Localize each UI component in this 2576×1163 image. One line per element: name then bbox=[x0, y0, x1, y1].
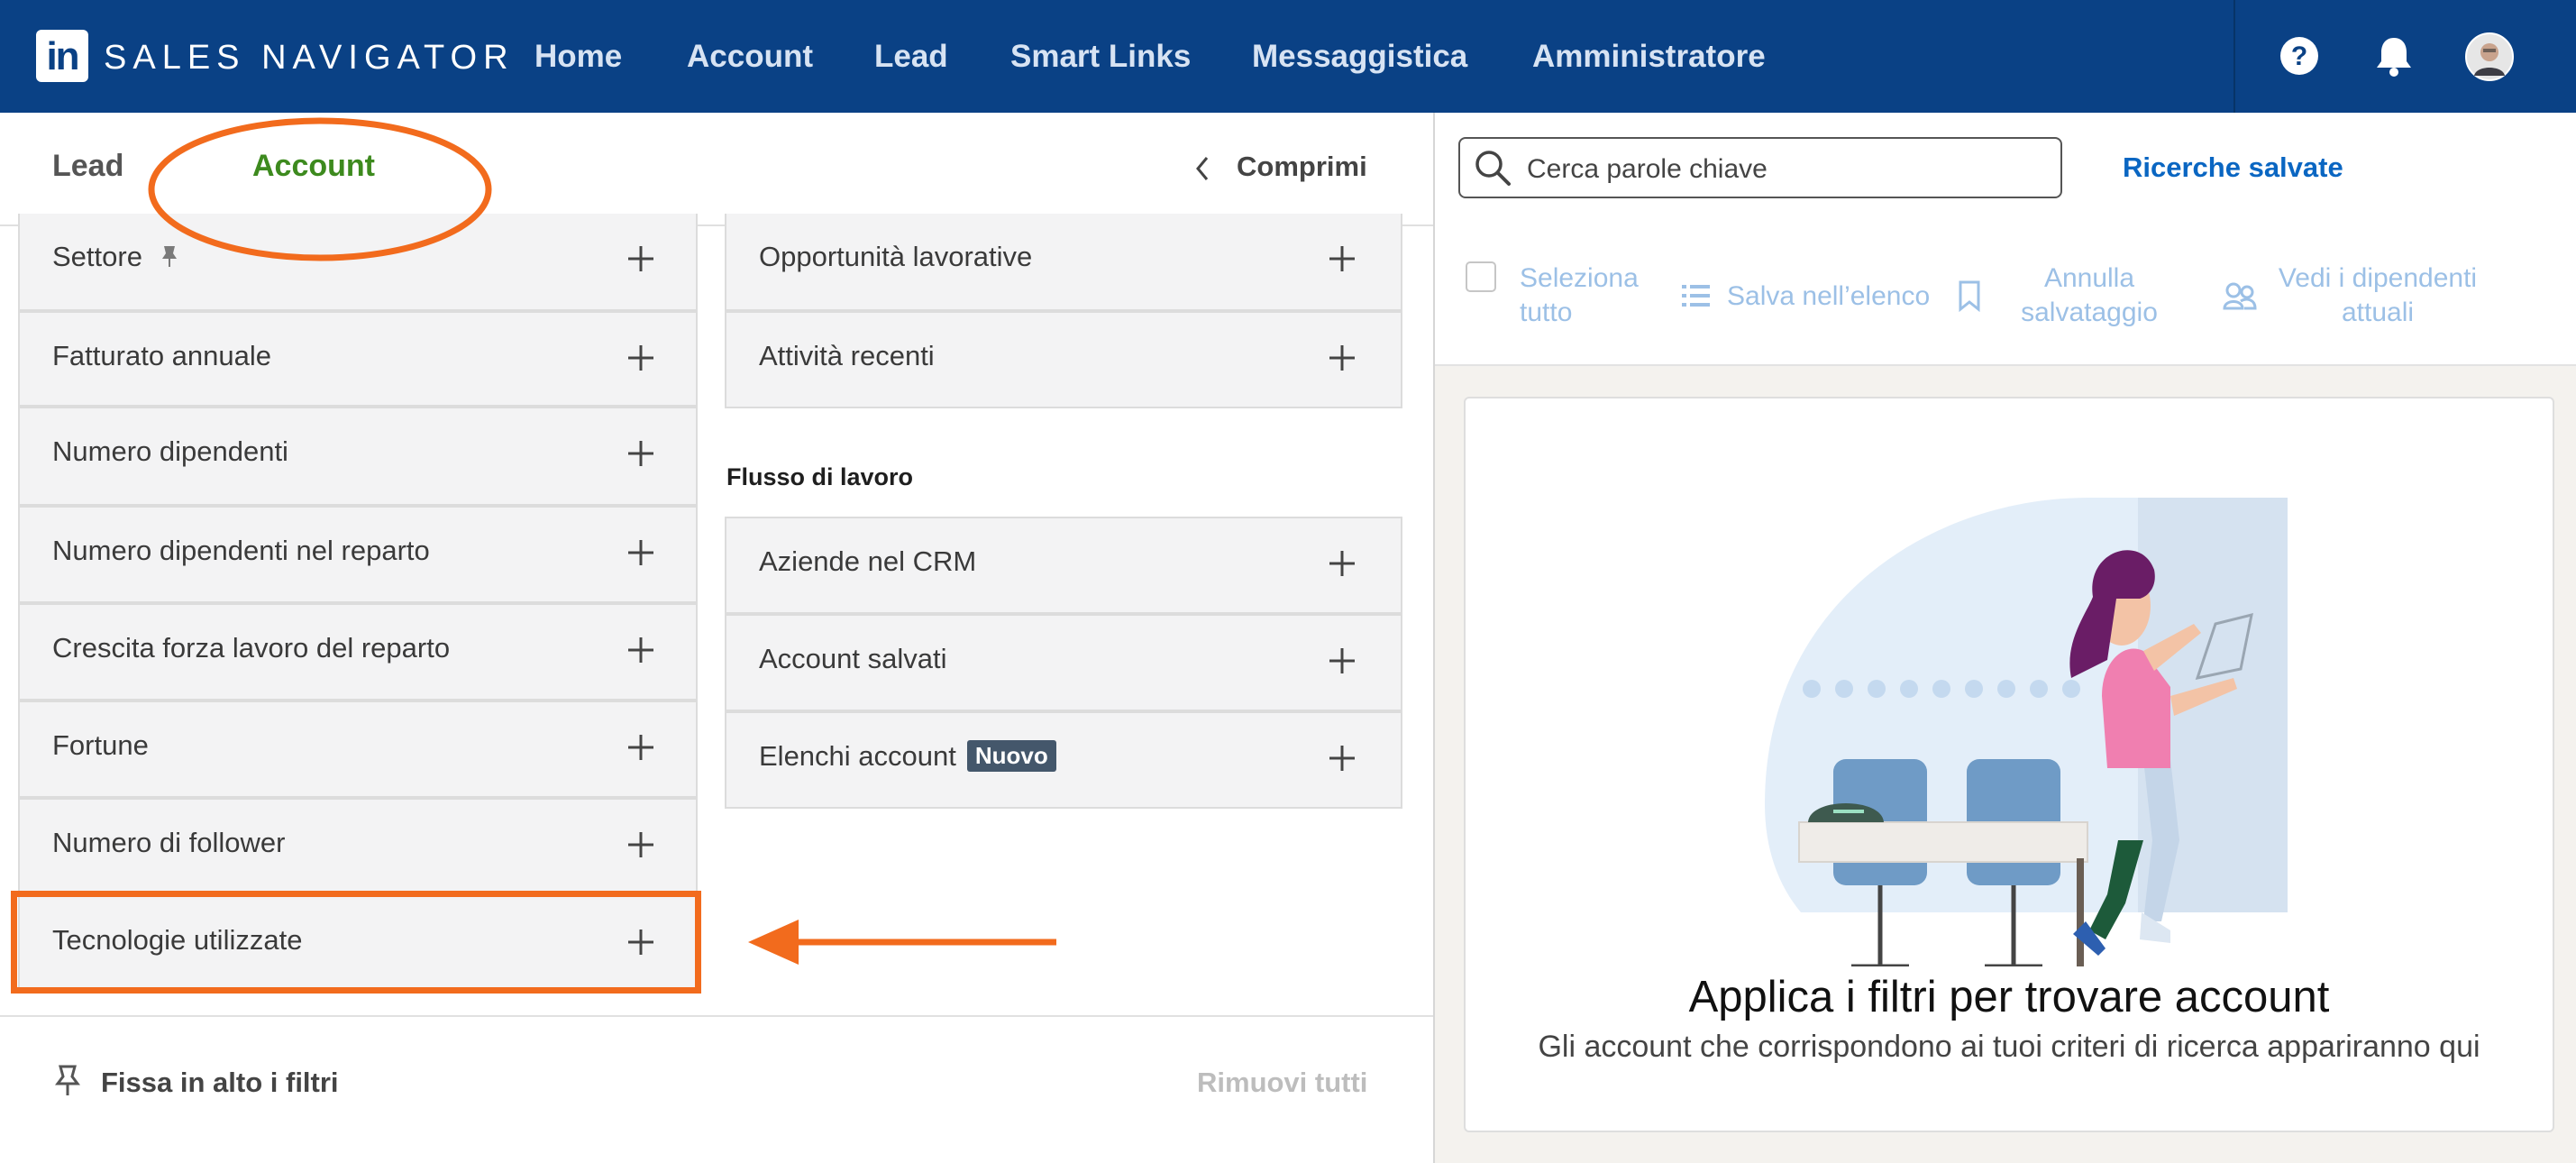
linkedin-logo[interactable]: in bbox=[36, 30, 88, 82]
annotation-arrow bbox=[748, 920, 1056, 965]
avatar[interactable] bbox=[2465, 32, 2514, 81]
filter-footer-divider bbox=[0, 1015, 1433, 1017]
collapse-button[interactable]: Comprimi bbox=[1237, 151, 1367, 183]
plus-icon[interactable] bbox=[626, 438, 656, 469]
filter-row-crescita-forza-lavoro[interactable]: Crescita forza lavoro del reparto bbox=[18, 603, 698, 701]
help-icon[interactable]: ? bbox=[2279, 36, 2319, 76]
nav-link-amministratore[interactable]: Amministratore bbox=[1532, 34, 1766, 79]
remove-all-button[interactable]: Rimuovi tutti bbox=[1197, 1067, 1367, 1099]
filter-row-elenchi-account[interactable]: Elenchi account Nuovo bbox=[725, 711, 1402, 809]
empty-state-illustration bbox=[1765, 498, 2288, 966]
nav-divider bbox=[2233, 0, 2235, 113]
filter-row-opportunita-lavorative[interactable]: Opportunità lavorative bbox=[725, 214, 1402, 311]
filter-row-tecnologie-utilizzate[interactable]: Tecnologie utilizzate bbox=[18, 895, 698, 993]
plus-icon[interactable] bbox=[626, 537, 656, 568]
filter-row-dipendenti-reparto[interactable]: Numero dipendenti nel reparto bbox=[18, 506, 698, 603]
filter-label: Tecnologie utilizzate bbox=[52, 924, 303, 956]
filter-label: Numero dipendenti bbox=[52, 435, 288, 467]
filter-row-numero-follower[interactable]: Numero di follower bbox=[18, 798, 698, 895]
svg-text:?: ? bbox=[2291, 41, 2307, 71]
filter-label: Account salvati bbox=[759, 643, 947, 674]
plus-icon[interactable] bbox=[626, 243, 656, 274]
filter-label: Numero dipendenti nel reparto bbox=[52, 535, 430, 566]
empty-state-title: Applica i filtri per trovare account bbox=[1688, 973, 2330, 1021]
plus-icon[interactable] bbox=[1327, 743, 1357, 774]
select-all-checkbox[interactable] bbox=[1466, 261, 1496, 292]
filter-label: Aziende nel CRM bbox=[759, 545, 977, 577]
view-current-employees-button[interactable]: Vedi i dipendenti attuali bbox=[2261, 261, 2495, 330]
plus-icon[interactable] bbox=[1327, 343, 1357, 373]
pin-filters-button[interactable]: Fissa in alto i filtri bbox=[101, 1067, 339, 1099]
unsave-button[interactable]: Annulla salvataggio bbox=[1999, 261, 2179, 330]
pin-icon[interactable] bbox=[160, 244, 179, 268]
plus-icon[interactable] bbox=[1327, 548, 1357, 579]
new-badge: Nuovo bbox=[966, 740, 1056, 772]
filter-row-fortune[interactable]: Fortune bbox=[18, 701, 698, 798]
filter-row-account-salvati[interactable]: Account salvati bbox=[725, 614, 1402, 711]
keyword-search-box[interactable] bbox=[1458, 137, 2062, 198]
list-icon[interactable] bbox=[1682, 282, 1711, 309]
nav-link-account[interactable]: Account bbox=[687, 34, 813, 79]
filter-tabs-header: Lead Account Comprimi bbox=[0, 113, 1433, 226]
filter-label: Crescita forza lavoro del reparto bbox=[52, 632, 451, 664]
filter-row-attivita-recenti[interactable]: Attività recenti bbox=[725, 311, 1402, 408]
nav-link-lead[interactable]: Lead bbox=[874, 34, 948, 79]
tab-account[interactable]: Account bbox=[252, 149, 375, 184]
filter-row-numero-dipendenti[interactable]: Numero dipendenti bbox=[18, 407, 698, 506]
search-icon bbox=[1475, 151, 1511, 186]
saved-searches-link[interactable]: Ricerche salvate bbox=[2123, 151, 2343, 184]
plus-icon[interactable] bbox=[1327, 646, 1357, 676]
filter-label: Fatturato annuale bbox=[52, 340, 272, 371]
bell-icon[interactable] bbox=[2374, 34, 2414, 78]
search-input[interactable] bbox=[1525, 151, 2033, 188]
filter-label: Fortune bbox=[52, 729, 149, 761]
empty-state-card: Applica i filtri per trovare account Gli… bbox=[1464, 397, 2554, 1132]
nav-link-smart-links[interactable]: Smart Links bbox=[1010, 34, 1191, 79]
empty-state-subtitle: Gli account che corrispondono ai tuoi cr… bbox=[1538, 1030, 2480, 1064]
filter-label: Settore bbox=[52, 241, 179, 273]
filter-label: Attività recenti bbox=[759, 340, 935, 371]
select-all-label[interactable]: Seleziona tutto bbox=[1520, 261, 1639, 330]
people-icon[interactable] bbox=[2223, 281, 2257, 310]
save-to-list-button[interactable]: Salva nell’elenco bbox=[1727, 279, 1930, 314]
chevron-left-icon[interactable] bbox=[1194, 155, 1210, 182]
plus-icon[interactable] bbox=[626, 343, 656, 373]
sales-navigator-brand[interactable]: SALES NAVIGATOR bbox=[104, 36, 515, 79]
filter-row-fatturato[interactable]: Fatturato annuale bbox=[18, 311, 698, 407]
plus-icon[interactable] bbox=[626, 635, 656, 665]
bookmark-icon[interactable] bbox=[1958, 279, 1981, 312]
filter-row-settore[interactable]: Settore bbox=[18, 214, 698, 311]
plus-icon[interactable] bbox=[626, 732, 656, 763]
nav-link-home[interactable]: Home bbox=[534, 34, 622, 79]
filter-label: Elenchi account Nuovo bbox=[759, 740, 1056, 773]
workflow-section-title: Flusso di lavoro bbox=[726, 463, 914, 490]
plus-icon[interactable] bbox=[626, 829, 656, 860]
filter-label: Opportunità lavorative bbox=[759, 241, 1033, 272]
plus-icon[interactable] bbox=[1327, 243, 1357, 274]
filter-row-aziende-crm[interactable]: Aziende nel CRM bbox=[725, 517, 1402, 614]
top-navigation-bar: in SALES NAVIGATOR Home Account Lead Sma… bbox=[0, 0, 2576, 113]
tab-lead[interactable]: Lead bbox=[52, 149, 123, 184]
nav-link-messaggistica[interactable]: Messaggistica bbox=[1252, 34, 1467, 79]
pin-icon[interactable] bbox=[54, 1064, 81, 1098]
plus-icon[interactable] bbox=[626, 927, 656, 957]
filter-label: Numero di follower bbox=[52, 827, 286, 858]
